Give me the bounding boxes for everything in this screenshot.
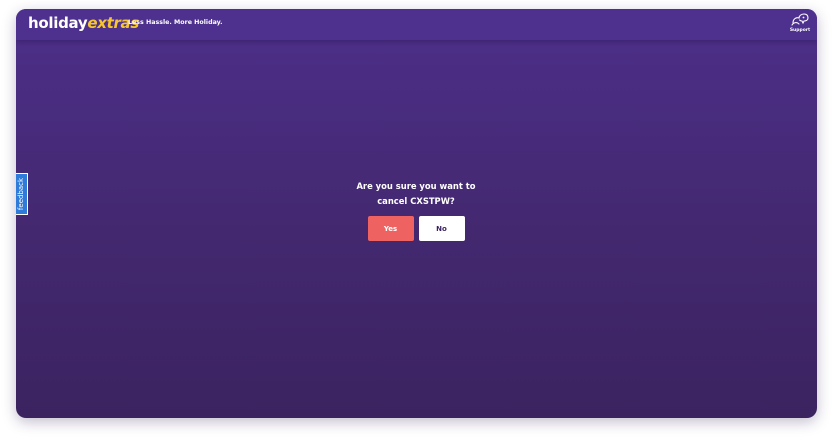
tagline: Less Hassle. More Holiday. <box>128 19 223 26</box>
feedback-label: feedback <box>17 177 26 211</box>
header-bar: holidayextras Less Hassle. More Holiday.… <box>16 9 817 40</box>
question-line-1: Are you sure you want to <box>356 181 476 191</box>
cancel-confirmation-dialog: Are you sure you want to cancel CXSTPW? … <box>316 179 516 241</box>
logo-text-holiday: holiday <box>28 14 88 32</box>
question-line-2: cancel CXSTPW? <box>377 196 455 206</box>
no-button[interactable]: No <box>418 216 465 241</box>
feedback-tab[interactable]: feedback <box>16 173 28 215</box>
yes-button[interactable]: Yes <box>367 216 414 241</box>
holidayextras-logo[interactable]: holidayextras <box>28 14 139 32</box>
support-chat-icon <box>789 13 811 27</box>
confirmation-question: Are you sure you want to cancel CXSTPW? <box>316 179 516 209</box>
support-button[interactable]: Support <box>789 13 811 35</box>
support-label: Support <box>789 28 811 33</box>
dialog-buttons: Yes No <box>316 216 516 241</box>
